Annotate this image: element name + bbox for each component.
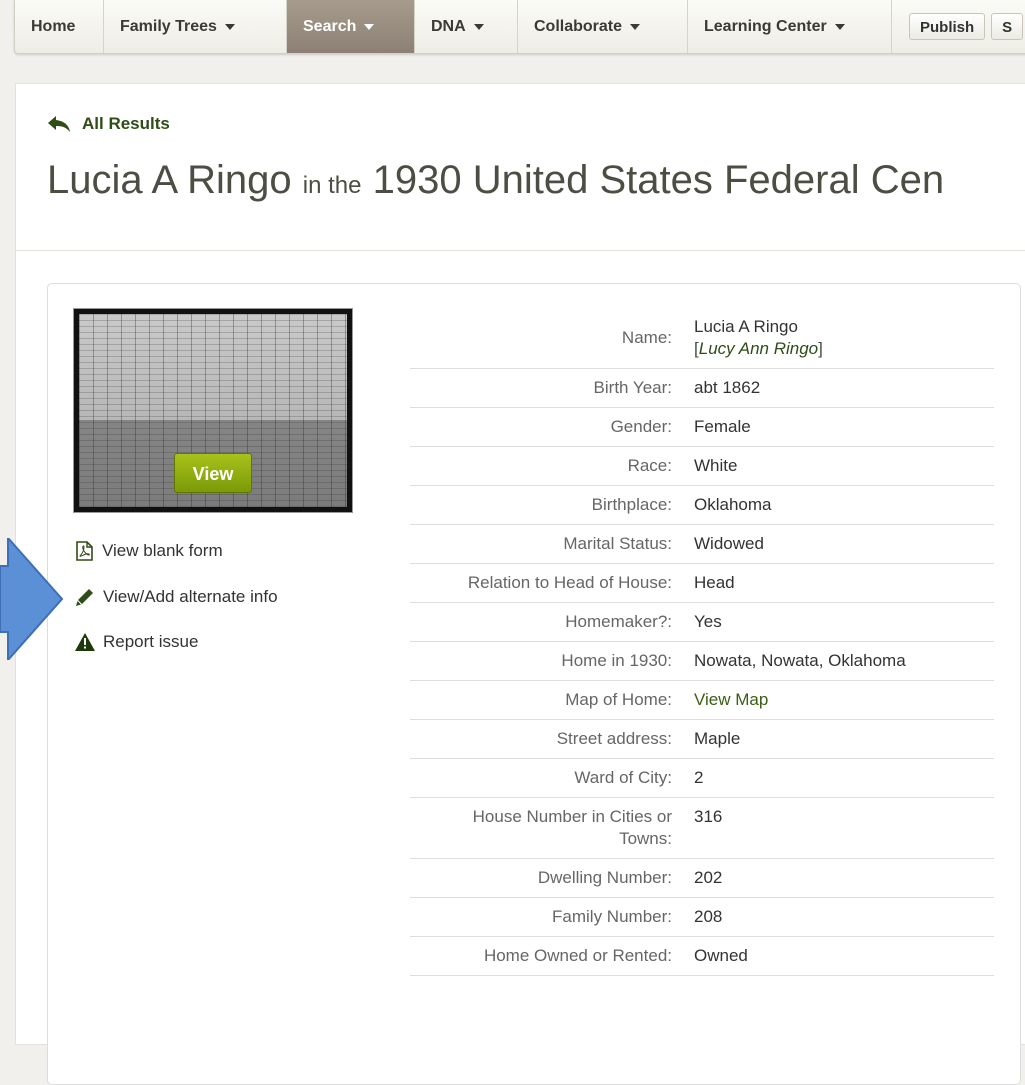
field-value: Nowata, Nowata, Oklahoma	[694, 641, 994, 681]
record-name: Lucia A Ringo	[47, 158, 292, 202]
nav-home-label: Home	[31, 17, 76, 35]
alternate-name[interactable]: [Lucy Ann Ringo]	[694, 338, 994, 360]
nav-extra-button[interactable]: S	[991, 13, 1024, 40]
field-value: 208	[694, 897, 994, 937]
table-row: Dwelling Number: 202	[410, 858, 994, 898]
table-row: Name: Lucia A Ringo [Lucy Ann Ringo]	[410, 308, 994, 369]
field-label: Dwelling Number:	[410, 858, 694, 898]
table-row: Ward of City: 2	[410, 758, 994, 798]
field-label: Family Number:	[410, 897, 694, 937]
table-row: Birth Year: abt 1862	[410, 368, 994, 408]
field-value: 316	[694, 797, 994, 859]
view-blank-form-label: View blank form	[102, 541, 223, 560]
field-label: Home Owned or Rented:	[410, 936, 694, 976]
chevron-down-icon	[473, 23, 484, 30]
field-label: Birth Year:	[410, 368, 694, 408]
view-map-link[interactable]: View Map	[694, 690, 768, 709]
nav-learning-center[interactable]: Learning Center	[688, 0, 892, 53]
name-value: Lucia A Ringo	[694, 317, 798, 336]
field-label: Relation to Head of House:	[410, 563, 694, 603]
nav-family-trees-label: Family Trees	[120, 17, 217, 35]
field-label: Name:	[410, 308, 694, 369]
nav-search[interactable]: Search	[287, 0, 415, 53]
title-connector: in the	[302, 172, 362, 199]
table-row: Race: White	[410, 446, 994, 486]
view-add-alternate-info-label: View/Add alternate info	[103, 587, 278, 606]
table-row: Gender: Female	[410, 407, 994, 447]
field-label: Marital Status:	[410, 524, 694, 564]
main-panel: All Results Lucia A Ringo in the 1930 Un…	[15, 83, 1025, 1085]
field-value: White	[694, 446, 994, 486]
chevron-down-icon	[224, 23, 235, 30]
field-value: Head	[694, 563, 994, 603]
view-blank-form-link[interactable]: View blank form	[75, 541, 223, 561]
table-row: Birthplace: Oklahoma	[410, 485, 994, 525]
table-row: Marital Status: Widowed	[410, 524, 994, 564]
table-row: Home in 1930: Nowata, Nowata, Oklahoma	[410, 641, 994, 681]
top-nav: Home Family Trees Search DNA Collaborate…	[14, 0, 1025, 54]
publish-button[interactable]: Publish	[909, 13, 986, 40]
field-label: Map of Home:	[410, 680, 694, 720]
field-label: Race:	[410, 446, 694, 486]
chevron-down-icon	[364, 23, 375, 30]
chevron-down-icon	[834, 23, 845, 30]
field-label: Birthplace:	[410, 485, 694, 525]
record-details-table: Name: Lucia A Ringo [Lucy Ann Ringo] Bir…	[410, 308, 994, 976]
field-value: Lucia A Ringo [Lucy Ann Ringo]	[694, 308, 994, 369]
page-title: Lucia A Ringo in the 1930 United States …	[47, 158, 944, 203]
nav-search-label: Search	[303, 17, 357, 35]
table-row: Family Number: 208	[410, 897, 994, 937]
divider	[16, 250, 1025, 251]
nav-collaborate-label: Collaborate	[534, 17, 623, 35]
field-label: House Number in Cities or Towns:	[410, 797, 694, 859]
warning-icon	[75, 633, 95, 651]
record-box: View View blank form View/Add alternate …	[47, 283, 1021, 1085]
nav-home[interactable]: Home	[15, 0, 104, 53]
nav-family-trees[interactable]: Family Trees	[104, 0, 287, 53]
field-label: Gender:	[410, 407, 694, 447]
field-value: 202	[694, 858, 994, 898]
view-add-alternate-info-link[interactable]: View/Add alternate info	[75, 587, 278, 607]
field-label: Street address:	[410, 719, 694, 759]
pdf-icon	[76, 541, 93, 561]
field-value: Female	[694, 407, 994, 447]
table-row: House Number in Cities or Towns: 316	[410, 797, 994, 859]
field-value: Widowed	[694, 524, 994, 564]
view-image-button[interactable]: View	[174, 453, 252, 493]
field-label: Home in 1930:	[410, 641, 694, 681]
table-row: Relation to Head of House: Head	[410, 563, 994, 603]
nav-dna-label: DNA	[431, 17, 466, 35]
callout-arrow-icon	[0, 538, 64, 660]
report-issue-label: Report issue	[103, 632, 199, 651]
pencil-icon	[76, 589, 93, 606]
table-row: Home Owned or Rented: Owned	[410, 936, 994, 976]
record-image-thumbnail[interactable]: View	[73, 308, 353, 513]
field-value: Owned	[694, 936, 994, 976]
alternate-name-text: Lucy Ann Ringo	[698, 339, 819, 358]
arrow-back-icon	[48, 116, 70, 132]
field-label: Homemaker?:	[410, 602, 694, 642]
field-label: Ward of City:	[410, 758, 694, 798]
collection-name: 1930 United States Federal Cen	[372, 158, 945, 202]
chevron-down-icon	[630, 23, 641, 30]
report-issue-link[interactable]: Report issue	[75, 632, 198, 652]
all-results-label: All Results	[82, 114, 170, 133]
field-value: abt 1862	[694, 368, 994, 408]
field-value: Maple	[694, 719, 994, 759]
table-row: Homemaker?: Yes	[410, 602, 994, 642]
table-row: Street address: Maple	[410, 719, 994, 759]
nav-learning-center-label: Learning Center	[704, 17, 827, 35]
field-value: 2	[694, 758, 994, 798]
field-value: Yes	[694, 602, 994, 642]
all-results-link[interactable]: All Results	[48, 114, 170, 134]
table-row: Map of Home: View Map	[410, 680, 994, 720]
field-value: Oklahoma	[694, 485, 994, 525]
nav-dna[interactable]: DNA	[415, 0, 518, 53]
nav-collaborate[interactable]: Collaborate	[518, 0, 688, 53]
